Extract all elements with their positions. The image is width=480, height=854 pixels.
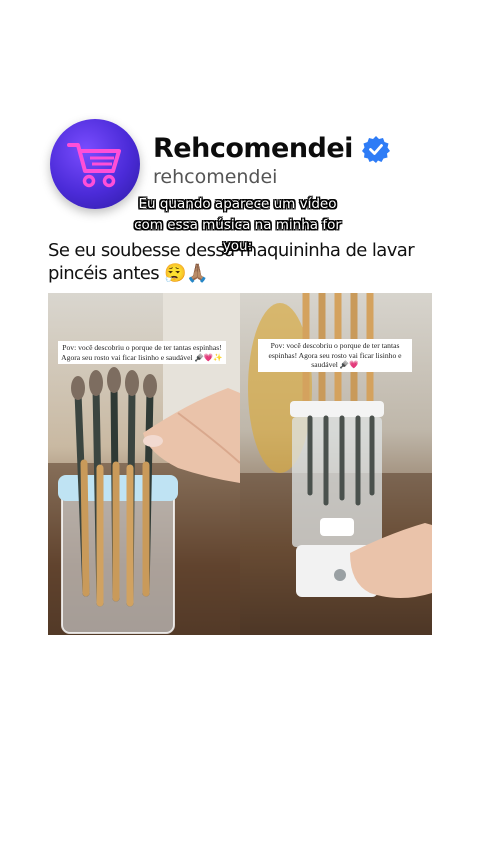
pov-caption-left: Pov: você descobriu o porque de ter tant… (58, 341, 226, 364)
profile-name-row: Rehcomendei (153, 133, 390, 164)
shopping-cart-icon (67, 143, 121, 188)
pov-caption-right: Pov: você descobriu o porque de ter tant… (258, 339, 412, 372)
empty-area (0, 640, 480, 854)
video-media[interactable]: Pov: você descobriu o porque de ter tant… (48, 293, 432, 635)
verified-badge-icon (361, 135, 390, 163)
overlay-caption: Eu quando aparece um vídeo com essa músi… (134, 196, 341, 254)
media-panel-left: Pov: você descobriu o porque de ter tant… (48, 293, 240, 635)
media-panel-right: Pov: você descobriu o porque de ter tant… (240, 293, 432, 635)
avatar[interactable] (50, 119, 140, 209)
display-name[interactable]: Rehcomendei (153, 133, 353, 164)
profile-handle[interactable]: rehcomendei (153, 166, 277, 188)
